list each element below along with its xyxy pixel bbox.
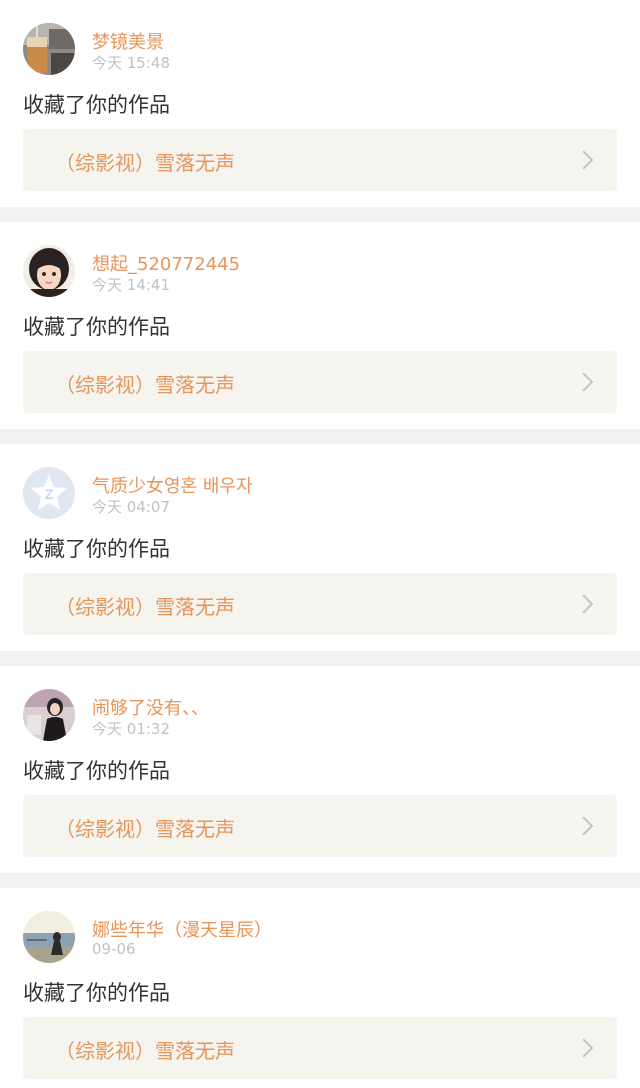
timestamp: 今天 01:32 (92, 720, 170, 738)
girl-photo-avatar-icon[interactable] (23, 689, 75, 741)
default-star-avatar-icon[interactable]: Z (23, 467, 75, 519)
username[interactable]: 娜些年华（漫天星辰） (92, 916, 272, 942)
work-title: （综影视）雪落无声 (55, 151, 235, 175)
timestamp: 今天 14:41 (92, 276, 170, 294)
work-link[interactable]: （综影视）雪落无声 (23, 1017, 617, 1079)
svg-text:Z: Z (45, 486, 54, 502)
work-link[interactable]: （综影视）雪落无声 (23, 351, 617, 413)
username[interactable]: 气质少女영혼 배우자 (92, 472, 253, 498)
chevron-right-icon (581, 1037, 595, 1059)
work-title: （综影视）雪落无声 (55, 817, 235, 841)
work-link[interactable]: （综影视）雪落无声 (23, 573, 617, 635)
chevron-right-icon (581, 149, 595, 171)
action-text: 收藏了你的作品 (23, 537, 170, 561)
notification-card: 娜些年华（漫天星辰） 09-06 收藏了你的作品 （综影视）雪落无声 (0, 888, 640, 1088)
notification-card: 闹够了没有、、 今天 01:32 收藏了你的作品 （综影视）雪落无声 (0, 666, 640, 873)
drink-photo-avatar-icon[interactable] (23, 23, 75, 75)
action-text: 收藏了你的作品 (23, 315, 170, 339)
timestamp: 今天 04:07 (92, 498, 170, 516)
action-text: 收藏了你的作品 (23, 93, 170, 117)
username[interactable]: 梦镜美景 (92, 28, 164, 54)
chevron-right-icon (581, 815, 595, 837)
work-title: （综影视）雪落无声 (55, 373, 235, 397)
timestamp: 09-06 (92, 940, 136, 958)
notification-card: 梦镜美景 今天 15:48 收藏了你的作品 （综影视）雪落无声 (0, 0, 640, 207)
timestamp: 今天 15:48 (92, 54, 170, 72)
work-title: （综影视）雪落无声 (55, 595, 235, 619)
work-link[interactable]: （综影视）雪落无声 (23, 795, 617, 857)
username[interactable]: 想起_520772445 (92, 250, 240, 276)
username[interactable]: 闹够了没有、、 (92, 694, 209, 720)
action-text: 收藏了你的作品 (23, 981, 170, 1005)
notification-feed: 梦镜美景 今天 15:48 收藏了你的作品 （综影视）雪落无声 想起_52077… (0, 0, 640, 1088)
action-text: 收藏了你的作品 (23, 759, 170, 783)
cartoon-girl-avatar-icon[interactable] (23, 245, 75, 297)
work-link[interactable]: （综影视）雪落无声 (23, 129, 617, 191)
chevron-right-icon (581, 593, 595, 615)
notification-card: 想起_520772445 今天 14:41 收藏了你的作品 （综影视）雪落无声 (0, 222, 640, 429)
seaside-photo-avatar-icon[interactable] (23, 911, 75, 963)
chevron-right-icon (581, 371, 595, 393)
notification-card: Z 气质少女영혼 배우자 今天 04:07 收藏了你的作品 （综影视）雪落无声 (0, 444, 640, 651)
work-title: （综影视）雪落无声 (55, 1039, 235, 1063)
